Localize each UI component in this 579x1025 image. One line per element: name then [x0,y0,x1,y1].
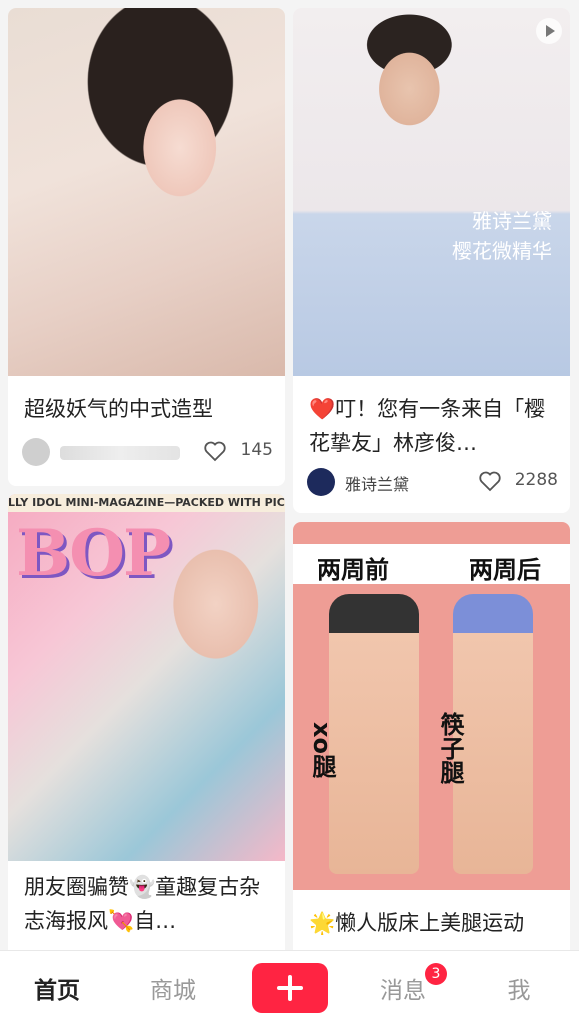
publish-plus-button[interactable] [252,963,328,1013]
legs-illustration [329,594,419,874]
magazine-header-text: LLY IDOL MINI-MAGAZINE—PACKED WITH PICS [8,494,285,512]
note-title: 超级妖气的中式造型 [24,397,213,421]
bop-logo: BOP [16,516,171,591]
bottom-tab-bar: 首页 商城 消息 3 我 [0,950,579,1025]
note-title: 朋友圈骗赞👻童趣复古杂志海报风💘自… [24,875,261,933]
side-label-right: 筷子腿 [436,712,464,784]
play-icon [536,18,562,44]
heart-icon[interactable] [203,440,227,462]
note-feed: 超级妖气的中式造型 145 雅诗兰黛 樱花微精华 ❤️叮！您有一条来自「樱花挚友… [0,0,579,950]
note-cover-image [8,8,285,376]
note-cover-video [293,8,570,376]
like-count: 145 [240,440,273,460]
note-card[interactable]: 雅诗兰黛 樱花微精华 ❤️叮！您有一条来自「樱花挚友」林彦俊… 雅诗兰黛 228… [293,8,570,513]
note-title: 🌟懒人版床上美腿运动 [309,911,525,935]
video-overlay-text: 雅诗兰黛 樱花微精华 [452,209,552,263]
note-card[interactable]: 超级妖气的中式造型 145 [8,8,285,486]
after-label: 两周后 [469,556,541,584]
author-name[interactable]: 雅诗兰黛 [345,471,409,495]
note-meta: 145 [22,438,273,470]
heart-icon[interactable] [478,470,502,492]
tab-me[interactable]: 我 [474,971,564,1005]
like-count: 2288 [514,470,558,490]
note-card[interactable]: LLY IDOL MINI-MAGAZINE—PACKED WITH PICS … [8,494,285,950]
note-meta: 雅诗兰黛 2288 [307,468,558,500]
avatar[interactable] [22,438,50,466]
before-label: 两周前 [317,556,389,584]
note-cover-image: 两周前 两周后 xo腿 筷子腿 [293,522,570,890]
note-card[interactable]: 两周前 两周后 xo腿 筷子腿 🌟懒人版床上美腿运动 [293,522,570,950]
note-title: ❤️叮！您有一条来自「樱花挚友」林彦俊… [309,397,546,455]
tab-home[interactable]: 首页 [12,971,102,1005]
messages-badge: 3 [425,963,447,985]
avatar[interactable] [307,468,335,496]
blurred-author-name [60,446,180,460]
tab-mall[interactable]: 商城 [128,971,218,1005]
side-label-left: xo腿 [308,722,336,778]
